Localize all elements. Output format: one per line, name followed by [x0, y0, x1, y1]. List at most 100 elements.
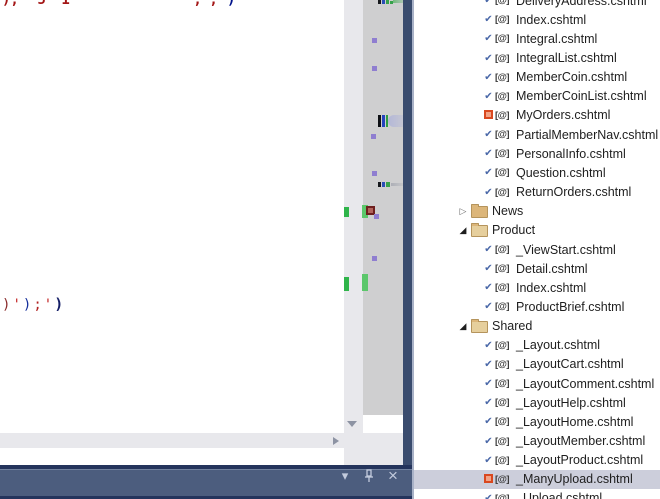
tree-item-partialmembernav-cshtml[interactable]: ✔ [@] PartialMemberNav.cshtml — [414, 125, 660, 144]
tree-item-label: ReturnOrders.cshtml — [516, 185, 631, 199]
tree-item-label: PersonalInfo.cshtml — [516, 147, 626, 161]
tree-item-label: _LayoutHelp.cshtml — [516, 396, 626, 410]
scrollbar-marker-icon — [382, 0, 385, 4]
code-fragment: '5' — [29, 0, 54, 8]
code-fragment: ) — [54, 295, 65, 313]
tree-item-label: _LayoutMember.cshtml — [516, 434, 645, 448]
check-badge-icon: ✔ — [482, 14, 495, 25]
scrollbar-marker-icon — [382, 115, 385, 127]
tree-item-_layout-cshtml[interactable]: ✔ [@] _Layout.cshtml — [414, 336, 660, 355]
scroll-down-icon[interactable] — [347, 421, 357, 427]
tree-item-_viewstart-cshtml[interactable]: ✔ [@] _ViewStart.cshtml — [414, 240, 660, 259]
tree-item-_upload-cshtml[interactable]: ✔ [@] _Upload.cshtml — [414, 489, 660, 499]
titlebar-buttons: ▾ × — [337, 468, 401, 484]
razor-file-icon: [@] — [495, 474, 516, 485]
editor-horizontal-scrollbar[interactable] — [0, 433, 344, 448]
tree-item-question-cshtml[interactable]: ✔ [@] Question.cshtml — [414, 163, 660, 182]
tree-item-index-cshtml[interactable]: ✔ [@] Index.cshtml — [414, 10, 660, 29]
tree-item-detail-cshtml[interactable]: ✔ [@] Detail.cshtml — [414, 259, 660, 278]
tree-item-membercoin-cshtml[interactable]: ✔ [@] MemberCoin.cshtml — [414, 68, 660, 87]
scrollbar-marker-icon — [344, 207, 349, 217]
tree-item-label: _LayoutComment.cshtml — [516, 377, 654, 391]
tree-item-returnorders-cshtml[interactable]: ✔ [@] ReturnOrders.cshtml — [414, 183, 660, 202]
check-badge-icon: ✔ — [482, 263, 495, 274]
tree-item-label: Integral.cshtml — [516, 32, 597, 46]
scrollbar-marker-icon — [378, 115, 381, 127]
scrollbar-marker-icon — [372, 171, 377, 176]
checked-out-badge-icon — [484, 474, 493, 483]
tree-item-label: Shared — [492, 319, 532, 333]
check-badge-icon: ✔ — [482, 378, 495, 389]
tree-item-label: Question.cshtml — [516, 166, 606, 180]
scrollbar-marker-icon — [378, 0, 381, 4]
solution-explorer-tree[interactable]: ✔ [@] DeliveryAddress.cshtml ✔ [@] Index… — [412, 0, 660, 499]
expander-icon[interactable]: ◢ — [457, 225, 469, 236]
tree-item-_layoutcomment-cshtml[interactable]: ✔ [@] _LayoutComment.cshtml — [414, 374, 660, 393]
chevron-down-icon: ▾ — [342, 468, 349, 484]
folder-icon — [471, 321, 488, 333]
tree-item-integrallist-cshtml[interactable]: ✔ [@] IntegralList.cshtml — [414, 48, 660, 67]
tree-item-_layoutproduct-cshtml[interactable]: ✔ [@] _LayoutProduct.cshtml — [414, 451, 660, 470]
tree-item-_layouthome-cshtml[interactable]: ✔ [@] _LayoutHome.cshtml — [414, 412, 660, 431]
tree-item-productbrief-cshtml[interactable]: ✔ [@] ProductBrief.cshtml — [414, 297, 660, 316]
tree-item-_layoutmember-cshtml[interactable]: ✔ [@] _LayoutMember.cshtml — [414, 431, 660, 450]
check-badge-icon: ✔ — [482, 129, 495, 140]
editor-vertical-scrollbar[interactable] — [344, 0, 363, 465]
check-badge-icon: ✔ — [482, 282, 495, 293]
tree-item-shared[interactable]: ◢ Shared — [414, 317, 660, 336]
tree-item-label: _LayoutCart.cshtml — [516, 357, 624, 371]
bottom-tool-window-titlebar[interactable]: ▾ × — [0, 465, 413, 499]
tree-item-deliveryaddress-cshtml[interactable]: ✔ [@] DeliveryAddress.cshtml — [414, 0, 660, 10]
tree-item-membercoinlist-cshtml[interactable]: ✔ [@] MemberCoinList.cshtml — [414, 87, 660, 106]
code-fragment: ', — [201, 0, 218, 8]
check-badge-icon: ✔ — [482, 416, 495, 427]
tree-item-personalinfo-cshtml[interactable]: ✔ [@] PersonalInfo.cshtml — [414, 144, 660, 163]
tree-item-news[interactable]: ▷ News — [414, 202, 660, 221]
tree-item-label: MemberCoin.cshtml — [516, 70, 627, 84]
code-editor[interactable]: ),'5''1'',',) )');') — [0, 0, 344, 465]
razor-file-icon: [@] — [495, 91, 516, 102]
window-position-button[interactable]: ▾ — [337, 468, 353, 484]
razor-file-icon: [@] — [495, 167, 516, 178]
scroll-right-icon[interactable] — [333, 437, 339, 445]
tree-item-label: Detail.cshtml — [516, 262, 588, 276]
scrollbar-marker-icon — [382, 182, 385, 187]
tree-item-index-cshtml[interactable]: ✔ [@] Index.cshtml — [414, 278, 660, 297]
code-fragment: ' — [12, 297, 22, 313]
tree-item-_layouthelp-cshtml[interactable]: ✔ [@] _LayoutHelp.cshtml — [414, 393, 660, 412]
check-badge-icon: ✔ — [482, 72, 495, 83]
code-fragment: ) — [2, 297, 12, 313]
razor-file-icon: [@] — [495, 0, 516, 6]
check-badge-icon: ✔ — [482, 91, 495, 102]
check-badge-icon: ✔ — [482, 397, 495, 408]
code-fragment: ) — [23, 297, 33, 313]
check-badge-icon: ✔ — [482, 148, 495, 159]
status-badge-icon — [482, 108, 495, 122]
code-fragment: '1' — [53, 0, 78, 8]
razor-file-icon: [@] — [495, 110, 516, 121]
code-fragment: ) — [227, 0, 235, 8]
folder-icon — [471, 225, 488, 237]
razor-file-icon: [@] — [495, 148, 516, 159]
tree-item-_layoutcart-cshtml[interactable]: ✔ [@] _LayoutCart.cshtml — [414, 355, 660, 374]
razor-file-icon: [@] — [495, 263, 516, 274]
expander-icon[interactable]: ◢ — [457, 321, 469, 332]
tree-item-_manyupload-cshtml[interactable]: [@] _ManyUpload.cshtml — [414, 470, 660, 489]
auto-hide-pin-button[interactable] — [361, 468, 377, 484]
razor-file-icon: [@] — [495, 340, 516, 351]
scrollbar-marker-icon — [371, 134, 376, 139]
razor-file-icon: [@] — [495, 301, 516, 312]
check-badge-icon: ✔ — [482, 187, 495, 198]
tree-item-label: _ViewStart.cshtml — [516, 243, 616, 257]
scrollbar-marker-icon — [372, 256, 377, 261]
scrollbar-marker-icon — [362, 274, 368, 291]
close-button[interactable]: × — [385, 468, 401, 484]
tree-item-integral-cshtml[interactable]: ✔ [@] Integral.cshtml — [414, 29, 660, 48]
tree-item-label: Product — [492, 223, 535, 237]
razor-file-icon: [@] — [495, 493, 516, 499]
tree-item-product[interactable]: ◢ Product — [414, 221, 660, 240]
annotation-map-empty — [363, 415, 403, 433]
tree-item-myorders-cshtml[interactable]: [@] MyOrders.cshtml — [414, 106, 660, 125]
tree-item-label: MyOrders.cshtml — [516, 108, 610, 122]
expander-icon[interactable]: ▷ — [457, 206, 469, 217]
